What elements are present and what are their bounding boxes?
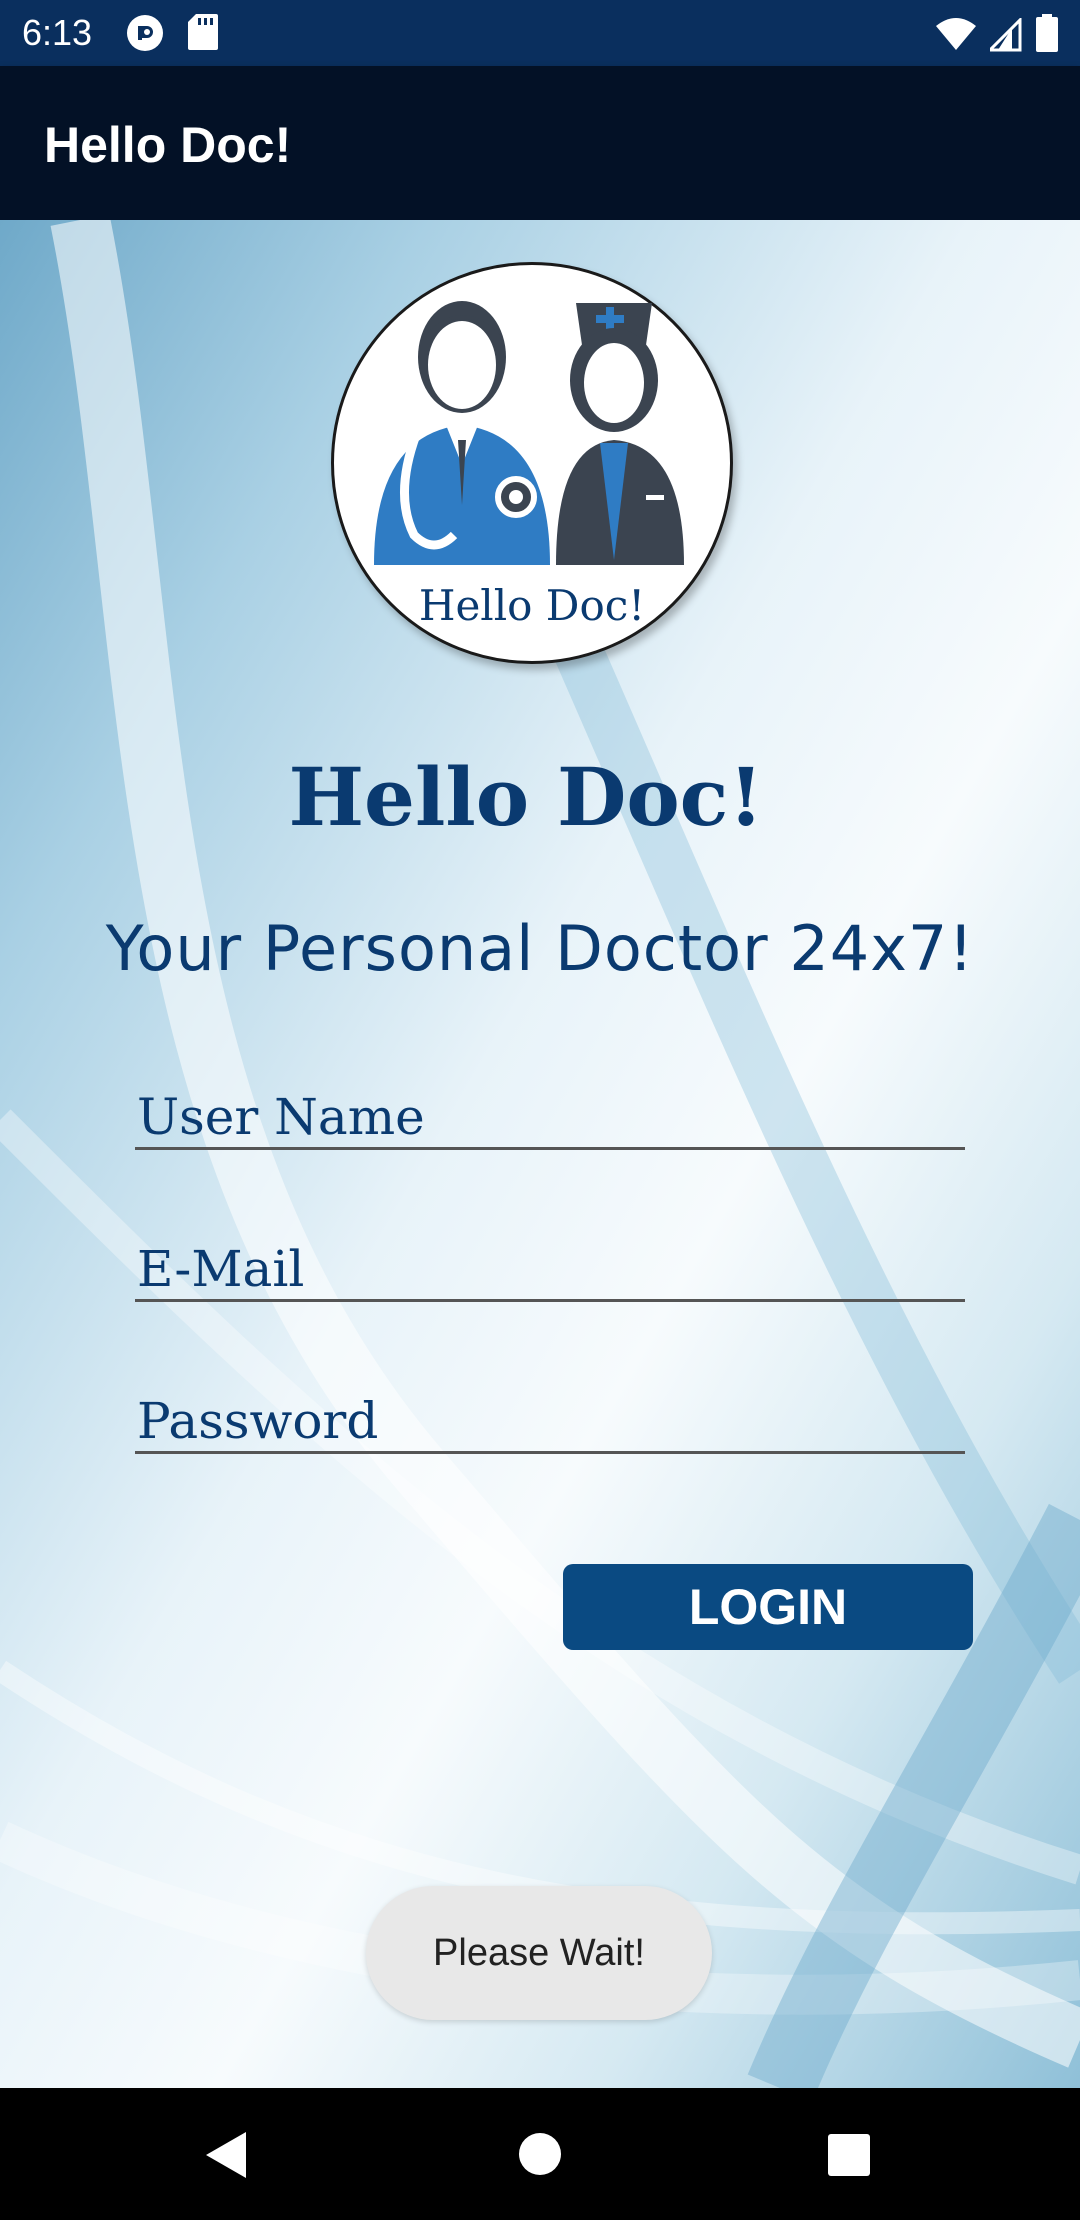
app-bar: Hello Doc! xyxy=(0,66,1080,220)
recents-icon[interactable] xyxy=(828,2134,870,2181)
username-field[interactable] xyxy=(135,1086,965,1150)
page-title: Hello Doc! xyxy=(288,750,764,844)
login-screen: Hello Doc! Hello Doc! Your Personal Doct… xyxy=(0,220,1080,2088)
login-button[interactable]: LOGIN xyxy=(563,1564,973,1650)
email-field[interactable] xyxy=(135,1238,965,1302)
wifi-icon xyxy=(936,18,976,57)
back-icon[interactable] xyxy=(204,2130,248,2185)
pocket-casts-icon xyxy=(126,14,164,57)
battery-icon xyxy=(1036,14,1058,57)
page-subtitle: Your Personal Doctor 24x7! xyxy=(105,912,975,985)
cell-signal-icon xyxy=(986,16,1022,57)
sd-card-icon xyxy=(188,14,218,57)
logo-text: Hello Doc! xyxy=(419,581,645,630)
navigation-bar xyxy=(0,2088,1080,2220)
toast-message: Please Wait! xyxy=(366,1886,712,2020)
toast-text: Please Wait! xyxy=(433,1931,645,1974)
password-field[interactable] xyxy=(135,1390,965,1454)
app-bar-title: Hello Doc! xyxy=(44,117,292,173)
app-logo: Hello Doc! xyxy=(331,262,733,664)
doctor-nurse-logo-icon: Hello Doc! xyxy=(374,301,684,630)
home-icon[interactable] xyxy=(518,2132,562,2181)
status-bar: 6:13 xyxy=(0,0,1080,66)
status-time: 6:13 xyxy=(22,12,93,53)
